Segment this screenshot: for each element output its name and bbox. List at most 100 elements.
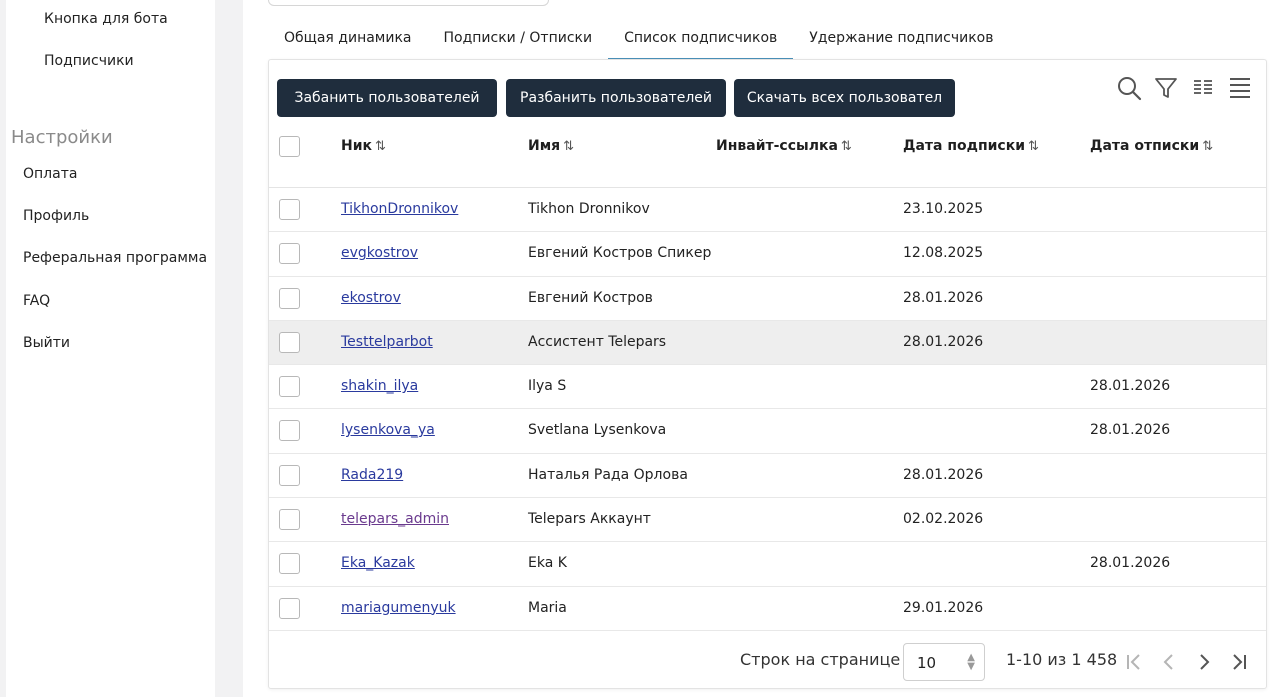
column-header-nick[interactable]: Ник ⇅ <box>341 138 386 154</box>
sort-icon[interactable]: ⇅ <box>1028 139 1039 154</box>
row-checkbox[interactable] <box>279 420 300 442</box>
row-checkbox[interactable] <box>279 199 300 220</box>
column-header-sub-date[interactable]: Дата подписки ⇅ <box>903 138 1039 154</box>
prev-page-icon[interactable] <box>1154 647 1184 677</box>
cell-name: Telepars Аккаунт <box>528 511 651 528</box>
sidebar-item-subscribers[interactable]: Подписчики <box>44 53 134 69</box>
cell-unsub-date: 28.01.2026 <box>1090 422 1171 439</box>
cell-nick: Eka_Kazak <box>341 555 415 571</box>
user-nick-link[interactable]: Rada219 <box>341 467 403 483</box>
sidebar-item-profile[interactable]: Профиль <box>23 208 89 224</box>
user-nick-link[interactable]: shakin_ilya <box>341 378 418 394</box>
cell-name: Maria <box>528 599 567 616</box>
table-row[interactable]: Eka_Kazak Eka K 28.01.2026 <box>269 542 1266 587</box>
column-label: Имя <box>528 138 561 154</box>
row-checkbox[interactable] <box>279 287 300 309</box>
row-checkbox[interactable] <box>279 553 300 575</box>
sort-icon[interactable]: ⇅ <box>375 139 386 154</box>
tab-bar: Общая динамика Подписки / Отписки Список… <box>268 22 1009 60</box>
pagination-bar: Строк на странице 10 ▲ ▼ 1-10 из 1 458 <box>269 633 1266 689</box>
cell-sub-date: 28.01.2026 <box>903 466 984 483</box>
top-field[interactable] <box>268 0 549 6</box>
column-label: Инвайт-ссылка <box>716 138 838 154</box>
sort-icon[interactable]: ⇅ <box>1202 139 1213 154</box>
cell-unsub-date: 28.01.2026 <box>1090 378 1171 395</box>
tab-retention[interactable]: Удержание подписчиков <box>793 22 1009 60</box>
download-users-button[interactable]: Скачать всех пользовател <box>734 79 955 117</box>
cell-nick: TikhonDronnikov <box>341 201 458 217</box>
select-all-checkbox[interactable] <box>279 136 300 157</box>
column-header-invite[interactable]: Инвайт-ссылка ⇅ <box>716 138 852 154</box>
cell-sub-date: 29.01.2026 <box>903 599 984 616</box>
table-row[interactable]: Rada219 Наталья Рада Орлова 28.01.2026 <box>269 454 1266 499</box>
user-nick-link[interactable]: mariagumenyuk <box>341 600 456 616</box>
user-nick-link[interactable]: telepars_admin <box>341 511 449 527</box>
cell-sub-date: 28.01.2026 <box>903 289 984 306</box>
table-row[interactable]: mariagumenyuk Maria 29.01.2026 <box>269 587 1266 631</box>
tab-subs-unsubs[interactable]: Подписки / Отписки <box>428 22 609 60</box>
user-nick-link[interactable]: Testtelparbot <box>341 334 433 350</box>
cell-name: Евгений Костров <box>528 289 653 306</box>
cell-nick: evgkostrov <box>341 245 418 261</box>
column-label: Дата отписки <box>1090 138 1200 154</box>
user-nick-link[interactable]: evgkostrov <box>341 245 418 261</box>
sidebar-section-settings: Настройки <box>11 127 113 148</box>
next-page-icon[interactable] <box>1189 647 1219 677</box>
row-checkbox[interactable] <box>279 331 300 353</box>
sidebar-item-bot-button[interactable]: Кнопка для бота <box>44 11 168 27</box>
columns-icon[interactable] <box>1189 74 1217 102</box>
column-header-name[interactable]: Имя ⇅ <box>528 138 574 154</box>
tab-subscribers-list[interactable]: Список подписчиков <box>608 22 794 60</box>
select-arrows-icon: ▲ ▼ <box>967 652 975 672</box>
rows-per-page-value: 10 <box>917 654 937 672</box>
cell-name: Tikhon Dronnikov <box>528 201 650 217</box>
sidebar-item-faq[interactable]: FAQ <box>23 293 50 309</box>
cell-nick: Testtelparbot <box>341 334 433 350</box>
filter-icon[interactable] <box>1152 74 1180 102</box>
first-page-icon[interactable] <box>1119 647 1149 677</box>
sort-icon[interactable]: ⇅ <box>563 139 574 154</box>
row-checkbox[interactable] <box>279 464 300 486</box>
sidebar-item-payment[interactable]: Оплата <box>23 166 77 182</box>
cell-name: Евгений Костров Спикер <box>528 245 712 262</box>
user-nick-link[interactable]: lysenkova_ya <box>341 422 435 438</box>
cell-name: Ассистент Telepars <box>528 333 667 350</box>
sidebar-item-logout[interactable]: Выйти <box>23 335 70 351</box>
cell-sub-date: 23.10.2025 <box>903 201 984 217</box>
row-checkbox[interactable] <box>279 376 300 398</box>
table-row[interactable]: evgkostrov Евгений Костров Спикер 12.08.20… <box>269 232 1266 277</box>
table-header: Ник ⇅ Имя ⇅ Инвайт-ссылка ⇅ Дата подписки ⇅ … <box>269 124 1266 188</box>
table-row[interactable]: shakin_ilya Ilya S 28.01.2026 <box>269 365 1266 410</box>
cell-sub-date: 02.02.2026 <box>903 511 984 528</box>
ban-users-button[interactable]: Забанить пользователей <box>277 79 497 117</box>
table-row[interactable]: lysenkova_ya Svetlana Lysenkova 28.01.2026 <box>269 409 1266 454</box>
tab-general-dynamics[interactable]: Общая динамика <box>268 22 428 60</box>
column-header-unsub-date[interactable]: Дата отписки ⇅ <box>1090 138 1213 154</box>
column-label: Ник <box>341 138 373 154</box>
user-nick-link[interactable]: ekostrov <box>341 290 401 306</box>
cell-unsub-date: 28.01.2026 <box>1090 555 1171 572</box>
cell-nick: shakin_ilya <box>341 378 418 394</box>
sort-icon[interactable]: ⇅ <box>841 139 852 154</box>
table-row[interactable]: telepars_admin Telepars Аккаунт 02.02.2026 <box>269 498 1266 543</box>
search-icon[interactable] <box>1115 74 1143 102</box>
unban-users-button[interactable]: Разбанить пользователей <box>506 79 726 117</box>
cell-nick: ekostrov <box>341 290 401 306</box>
cell-nick: mariagumenyuk <box>341 600 456 616</box>
column-label: Дата подписки <box>903 138 1026 154</box>
pagination-range: 1-10 из 1 458 <box>1006 650 1118 669</box>
row-checkbox[interactable] <box>279 509 300 531</box>
density-icon[interactable] <box>1226 74 1254 102</box>
table-row[interactable]: ekostrov Евгений Костров 28.01.2026 <box>269 277 1266 321</box>
sidebar-item-referral[interactable]: Реферальная программа <box>23 250 207 266</box>
last-page-icon[interactable] <box>1224 647 1254 677</box>
cell-nick: Rada219 <box>341 467 403 483</box>
rows-per-page-select[interactable]: 10 ▲ ▼ <box>903 643 985 681</box>
row-checkbox[interactable] <box>279 243 300 265</box>
table-body: TikhonDronnikov Tikhon Dronnikov 23.10.202… <box>269 188 1266 631</box>
user-nick-link[interactable]: Eka_Kazak <box>341 555 415 571</box>
table-row[interactable]: TikhonDronnikov Tikhon Dronnikov 23.10.202… <box>269 188 1266 233</box>
user-nick-link[interactable]: TikhonDronnikov <box>341 201 458 217</box>
table-row[interactable]: Testtelparbot Ассистент Telepars 28.01.202… <box>269 320 1266 366</box>
row-checkbox[interactable] <box>279 597 300 619</box>
